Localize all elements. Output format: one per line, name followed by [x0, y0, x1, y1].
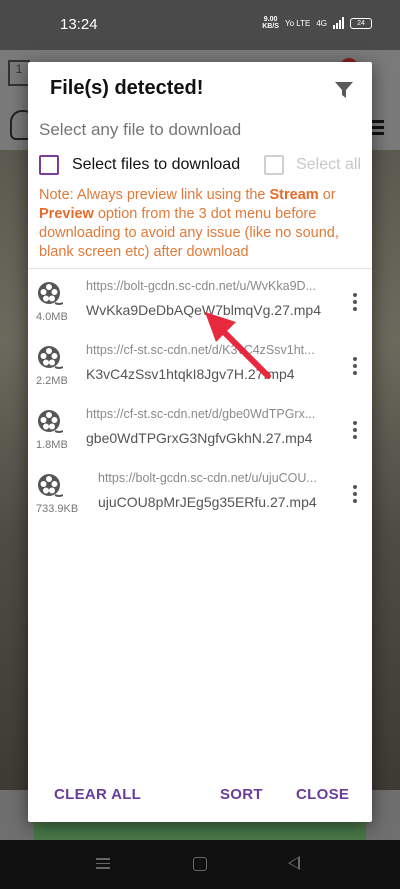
file-row[interactable]: 2.2MB https://cf-st.sc-cdn.net/d/K3vC4zS…	[28, 333, 372, 397]
back-icon[interactable]	[288, 856, 300, 870]
network-speed-value: 9.00	[263, 16, 278, 23]
more-vertical-icon[interactable]	[352, 485, 358, 505]
note-preview-word: Preview	[39, 206, 94, 222]
select-files-option[interactable]: Select files to download	[39, 155, 240, 175]
file-size: 4.0MB	[36, 311, 68, 323]
preview-note: Note: Always preview link using the Stre…	[39, 186, 363, 262]
select-files-checkbox[interactable]	[39, 155, 59, 175]
note-text-1: Note: Always preview link using the	[39, 187, 270, 203]
sort-button[interactable]: SORT	[220, 786, 263, 803]
navigation-bar	[0, 840, 400, 889]
file-row[interactable]: 733.9KB https://bolt-gcdn.sc-cdn.net/u/u…	[28, 461, 372, 525]
film-reel-icon	[38, 474, 63, 497]
clear-all-button[interactable]: CLEAR ALL	[54, 786, 141, 803]
dialog-footer: CLEAR ALL SORT CLOSE	[28, 786, 372, 806]
home-icon[interactable]	[193, 857, 207, 871]
status-bar: 13:24 9.00 KB/S Yo LTE 4G 24	[0, 0, 400, 50]
close-button[interactable]: CLOSE	[296, 786, 349, 803]
file-list: 4.0MB https://bolt-gcdn.sc-cdn.net/u/WvK…	[28, 268, 372, 525]
select-files-label: Select files to download	[72, 156, 241, 173]
film-reel-icon	[38, 410, 63, 433]
note-text-2: or	[318, 187, 336, 203]
status-time: 13:24	[60, 16, 98, 33]
dialog-title: File(s) detected!	[50, 77, 204, 99]
recent-apps-icon[interactable]	[96, 858, 110, 872]
files-detected-dialog: File(s) detected! Select any file to dow…	[28, 62, 372, 822]
file-size: 2.2MB	[36, 375, 68, 387]
file-url: https://bolt-gcdn.sc-cdn.net/u/ujuCOU...	[98, 471, 317, 485]
more-vertical-icon[interactable]	[352, 421, 358, 441]
file-size: 733.9KB	[36, 503, 79, 515]
background-box: 1	[8, 60, 30, 86]
network-type: 4G	[316, 18, 327, 28]
status-icons: 9.00 KB/S Yo LTE 4G 24	[262, 16, 372, 30]
more-vertical-icon[interactable]	[352, 293, 358, 313]
volte-indicator: Yo LTE	[284, 18, 311, 28]
film-reel-icon	[38, 282, 63, 305]
network-speed: 9.00 KB/S	[262, 16, 279, 30]
file-name: WvKka9DeDbAQeW7blmqVg.27.mp4	[86, 302, 321, 318]
more-vertical-icon[interactable]	[352, 357, 358, 377]
file-url: https://cf-st.sc-cdn.net/d/gbe0WdTPGrx..…	[86, 407, 316, 421]
signal-icon	[333, 17, 344, 29]
filter-icon[interactable]	[334, 80, 354, 100]
file-name: gbe0WdTPGrxG3NgfvGkhN.27.mp4	[86, 430, 313, 446]
file-url: https://bolt-gcdn.sc-cdn.net/u/WvKka9D..…	[86, 279, 316, 293]
file-name: K3vC4zSsv1htqkI8Jgv7H.27.mp4	[86, 366, 295, 382]
select-all-checkbox[interactable]	[264, 155, 285, 175]
battery-icon: 24	[350, 17, 372, 29]
note-stream-word: Stream	[269, 187, 319, 203]
file-row[interactable]: 4.0MB https://bolt-gcdn.sc-cdn.net/u/WvK…	[28, 269, 372, 333]
select-all-option[interactable]: Select all	[264, 155, 361, 175]
select-all-label: Select all	[296, 156, 361, 173]
film-reel-icon	[38, 346, 63, 369]
network-speed-unit: KB/S	[262, 23, 279, 30]
file-url: https://cf-st.sc-cdn.net/d/K3vC4zSsv1ht.…	[86, 343, 315, 357]
file-name: ujuCOU8pMrJEg5g35ERfu.27.mp4	[98, 494, 317, 510]
file-row[interactable]: 1.8MB https://cf-st.sc-cdn.net/d/gbe0WdT…	[28, 397, 372, 461]
file-size: 1.8MB	[36, 439, 68, 451]
dialog-subtitle: Select any file to download	[39, 120, 242, 139]
